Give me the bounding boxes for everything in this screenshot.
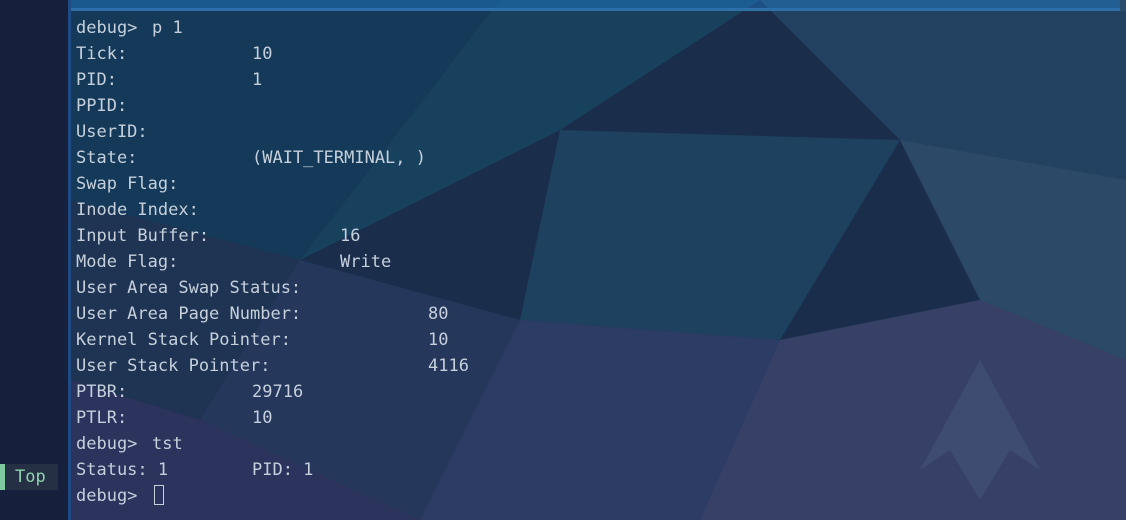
terminal-field-line: Tick: 10 (76, 41, 1116, 67)
terminal-field-line: User Area Swap Status: (76, 275, 1116, 301)
text-cursor[interactable] (154, 485, 164, 505)
terminal-top-bar (71, 0, 1120, 8)
prompt-text: debug> (76, 486, 138, 506)
terminal-field-line: Mode Flag: Write (76, 249, 1116, 275)
command-text: p 1 (152, 18, 183, 38)
field-value: 4116 (428, 356, 469, 376)
field-label: Status: 1 (76, 460, 169, 480)
terminal-field-line: State: (WAIT_TERMINAL, ) (76, 145, 1116, 171)
field-value: 80 (428, 304, 449, 324)
field-label: Kernel Stack Pointer: (76, 330, 291, 350)
field-value: 10 (428, 330, 449, 350)
status-accent-bar (0, 464, 5, 490)
terminal-field-line: User Area Page Number: 80 (76, 301, 1116, 327)
terminal-field-line: Status: 1 PID: 1 (76, 457, 1116, 483)
terminal-field-line: Input Buffer: 16 (76, 223, 1116, 249)
field-value: 10 (252, 408, 273, 428)
field-label: Inode Index: (76, 200, 199, 220)
field-value: 10 (252, 44, 273, 64)
field-label: PTBR: (76, 382, 128, 402)
field-label: User Stack Pointer: (76, 356, 271, 376)
terminal-output: debug> p 1 Tick: 10 PID: 1 PPID: UserID: State: (… (76, 15, 1116, 509)
field-label: User Area Page Number: (76, 304, 302, 324)
field-label: UserID: (76, 122, 148, 142)
field-label: Tick: (76, 44, 128, 64)
field-label: Swap Flag: (76, 174, 179, 194)
field-value: (WAIT_TERMINAL, ) (252, 148, 426, 168)
terminal-field-line: Kernel Stack Pointer: 10 (76, 327, 1116, 353)
field-value: PID: 1 (252, 460, 314, 480)
field-label: Input Buffer: (76, 226, 210, 246)
status-label: Top (15, 467, 46, 487)
terminal-field-line: User Stack Pointer: 4116 (76, 353, 1116, 379)
field-value: 1 (252, 70, 263, 90)
side-panel (0, 0, 68, 520)
terminal-field-line: Swap Flag: (76, 171, 1116, 197)
terminal-input-line: debug> (76, 483, 1116, 509)
field-label: Mode Flag: (76, 252, 179, 272)
terminal-field-line: UserID: (76, 119, 1116, 145)
field-value: 29716 (252, 382, 304, 402)
prompt-text: debug> (76, 18, 138, 38)
terminal-field-line: PID: 1 (76, 67, 1116, 93)
terminal-field-line: Inode Index: (76, 197, 1116, 223)
field-value: Write (340, 252, 392, 272)
terminal-field-line: PTBR: 29716 (76, 379, 1116, 405)
terminal-field-line: PTLR: 10 (76, 405, 1116, 431)
field-value: 16 (340, 226, 361, 246)
terminal-prompt-line: debug> p 1 (76, 15, 1116, 41)
field-label: PTLR: (76, 408, 128, 428)
prompt-text: debug> (76, 434, 138, 454)
terminal-field-line: PPID: (76, 93, 1116, 119)
field-label: User Area Swap Status: (76, 278, 302, 298)
field-label: PPID: (76, 96, 128, 116)
field-label: State: (76, 148, 138, 168)
field-label: PID: (76, 70, 117, 90)
scroll-position-indicator: Top (0, 464, 58, 490)
terminal-prompt-line: debug> tst (76, 431, 1116, 457)
command-text: tst (152, 434, 183, 454)
